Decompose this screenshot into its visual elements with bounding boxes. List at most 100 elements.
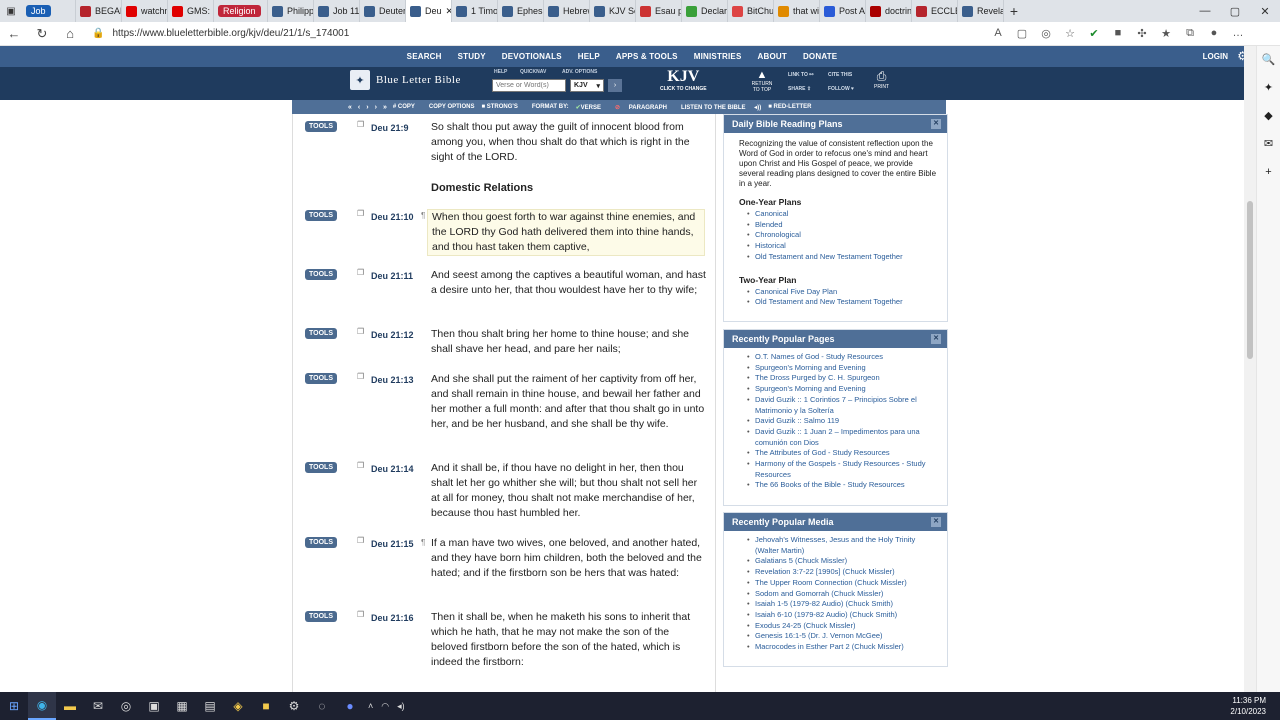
copy-icon[interactable]: ❐	[357, 209, 364, 218]
sidebar-link[interactable]: Harmony of the Gospels - Study Resources…	[747, 459, 937, 480]
sidebar-link[interactable]: David Guzik :: Salmo 119	[747, 416, 937, 427]
calculator-icon[interactable]: ▦	[168, 692, 196, 720]
tracking-icon[interactable]: ◎	[1034, 27, 1058, 40]
browser-tab[interactable]: ECCLES	[912, 0, 958, 22]
verse-text[interactable]: And seest among the captives a beautiful…	[431, 268, 707, 298]
sidebar-link[interactable]: Spurgeon's Morning and Evening	[747, 363, 937, 374]
help-label[interactable]: HELP	[494, 69, 507, 75]
print-button[interactable]: ⎙ PRINT	[874, 69, 889, 90]
browser-tab[interactable]: doctrine	[866, 0, 912, 22]
go-button[interactable]: ›	[608, 79, 622, 92]
sidebar-link[interactable]: David Guzik :: 1 Corintios 7 – Principio…	[747, 395, 937, 416]
url-field[interactable]: 🔒 https://www.blueletterbible.org/kjv/deu…	[92, 25, 986, 43]
browser-tab[interactable]: Declarin	[682, 0, 728, 22]
sidebar-link[interactable]: Canonical	[747, 209, 937, 220]
home-icon[interactable]: ⌂	[56, 26, 84, 41]
verse-reference[interactable]: Deu 21:15	[371, 539, 414, 549]
link-to-button[interactable]: LINK TO ⚯	[788, 72, 814, 78]
cite-this-button[interactable]: CITE THIS	[828, 72, 852, 78]
notes-icon[interactable]: ◈	[224, 692, 252, 720]
tools-button[interactable]: TOOLS	[305, 537, 337, 548]
verse-text[interactable]: Then thou shalt bring her home to thine …	[431, 327, 707, 357]
verse-reference[interactable]: Deu 21:12	[371, 330, 414, 340]
sidebar-link[interactable]: Historical	[747, 241, 937, 252]
camera-icon[interactable]: ◎	[112, 692, 140, 720]
sidebar-link[interactable]: The Attributes of God - Study Resources	[747, 448, 937, 459]
app-icon[interactable]: ●	[336, 692, 364, 720]
sidebar-link[interactable]: O.T. Names of God - Study Resources	[747, 352, 937, 363]
start-icon[interactable]: ⊞	[0, 692, 28, 720]
volume-icon[interactable]: ◂)	[397, 701, 405, 712]
nav-item-search[interactable]: SEARCH	[407, 52, 442, 61]
mail-icon[interactable]: ✉	[84, 692, 112, 720]
share-button[interactable]: SHARE ⇪	[788, 86, 811, 92]
play-icon[interactable]: ›	[366, 104, 368, 111]
app-icon[interactable]: ▢	[1010, 27, 1034, 40]
nav-item-apps-tools[interactable]: APPS & TOOLS	[616, 52, 678, 61]
nav-item-donate[interactable]: DONATE	[803, 52, 837, 61]
network-icon[interactable]: ◠	[381, 701, 389, 712]
version-changer[interactable]: KJV CLICK TO CHANGE	[660, 68, 707, 92]
copy-icon[interactable]: ❐	[357, 372, 364, 381]
verse-reference[interactable]: Deu 21:13	[371, 375, 414, 385]
copy-button[interactable]: # COPY	[393, 104, 422, 110]
verse-text[interactable]: When thou goest forth to war against thi…	[427, 209, 705, 256]
verse-reference[interactable]: Deu 21:11	[371, 271, 413, 281]
sidebar-link[interactable]: Jehovah's Witnesses, Jesus and the Holy …	[747, 535, 937, 556]
office-icon[interactable]: ◆	[1257, 102, 1280, 130]
browser-tab[interactable]: Religion	[214, 0, 268, 22]
sidebar-link[interactable]: Old Testament and New Testament Together	[747, 252, 937, 263]
browser-icon[interactable]: ◌	[308, 692, 336, 720]
scrollbar-thumb[interactable]	[1247, 201, 1253, 359]
calendar-icon[interactable]: ▤	[196, 692, 224, 720]
extension-icon[interactable]: ■	[1106, 27, 1130, 40]
login-link[interactable]: LOGIN	[1203, 46, 1228, 67]
sidebar-link[interactable]: The Dross Purged by C. H. Spurgeon	[747, 373, 937, 384]
copy-icon[interactable]: ❐	[357, 461, 364, 470]
minimize-icon[interactable]: —	[1190, 5, 1220, 18]
browser-tab[interactable]: BitChut	[728, 0, 774, 22]
close-icon[interactable]: ✕	[931, 517, 941, 527]
copy-icon[interactable]: ❐	[357, 610, 364, 619]
browser-tab[interactable]: KJV Sea	[590, 0, 636, 22]
sidebar-link[interactable]: Galatians 5 (Chuck Missler)	[747, 556, 937, 567]
copy-icon[interactable]: ❐	[357, 327, 364, 336]
verse-text[interactable]: Then it shall be, when he maketh his son…	[431, 610, 707, 670]
browser-tab[interactable]: Philippi	[268, 0, 314, 22]
browser-tab[interactable]: Job	[22, 0, 76, 22]
tools-button[interactable]: TOOLS	[305, 269, 337, 280]
sidebar-link[interactable]: Revelation 3:7-22 [1990s] (Chuck Missler…	[747, 567, 937, 578]
sparkle-icon[interactable]: ✦	[1257, 74, 1280, 102]
verse-reference[interactable]: Deu 21:14	[371, 464, 414, 474]
close-icon[interactable]: ✕	[931, 119, 941, 129]
refresh-icon[interactable]: ↻	[28, 26, 56, 42]
verse-text[interactable]: And she shall put the raiment of her cap…	[431, 372, 707, 432]
browser-tab[interactable]: that wic	[774, 0, 820, 22]
sidebar-link[interactable]: The Upper Room Connection (Chuck Missler…	[747, 578, 937, 589]
sidebar-link[interactable]: The 66 Books of the Bible - Study Resour…	[747, 480, 937, 491]
adv-options-label[interactable]: ADV. OPTIONS	[562, 69, 597, 75]
sidebar-link[interactable]: David Guzik :: 1 Juan 2 – Impedimentos p…	[747, 427, 937, 448]
edge-taskbar-icon[interactable]: ◉	[28, 692, 56, 720]
browser-tab[interactable]: Job 11	[314, 0, 360, 22]
browser-tab[interactable]: BEGAN	[76, 0, 122, 22]
verse-format-toggle[interactable]: ✔VERSE	[576, 104, 608, 111]
copy-options-button[interactable]: COPY OPTIONS	[429, 104, 475, 110]
browser-tab[interactable]: watchm	[122, 0, 168, 22]
verse-reference[interactable]: Deu 21:10	[371, 212, 414, 222]
tools-button[interactable]: TOOLS	[305, 210, 337, 221]
first-chapter-icon[interactable]: «	[348, 104, 352, 111]
tools-button[interactable]: TOOLS	[305, 462, 337, 473]
close-icon[interactable]: ✕	[931, 334, 941, 344]
strongs-toggle[interactable]: ■ STRONG'S	[481, 104, 524, 110]
copy-icon[interactable]: ❐	[357, 120, 364, 129]
verse-reference[interactable]: Deu 21:16	[371, 613, 414, 623]
collections-icon[interactable]: ⧉	[1178, 27, 1202, 40]
add-icon[interactable]: +	[1257, 158, 1280, 186]
profile-avatar[interactable]: ●	[1202, 27, 1226, 40]
window-menu-icon[interactable]: ▣	[0, 0, 22, 22]
read-aloud-icon[interactable]: A	[986, 27, 1010, 40]
favorite-star-icon[interactable]: ☆	[1058, 27, 1082, 40]
photos-icon[interactable]: ▣	[140, 692, 168, 720]
sticky-icon[interactable]: ■	[252, 692, 280, 720]
